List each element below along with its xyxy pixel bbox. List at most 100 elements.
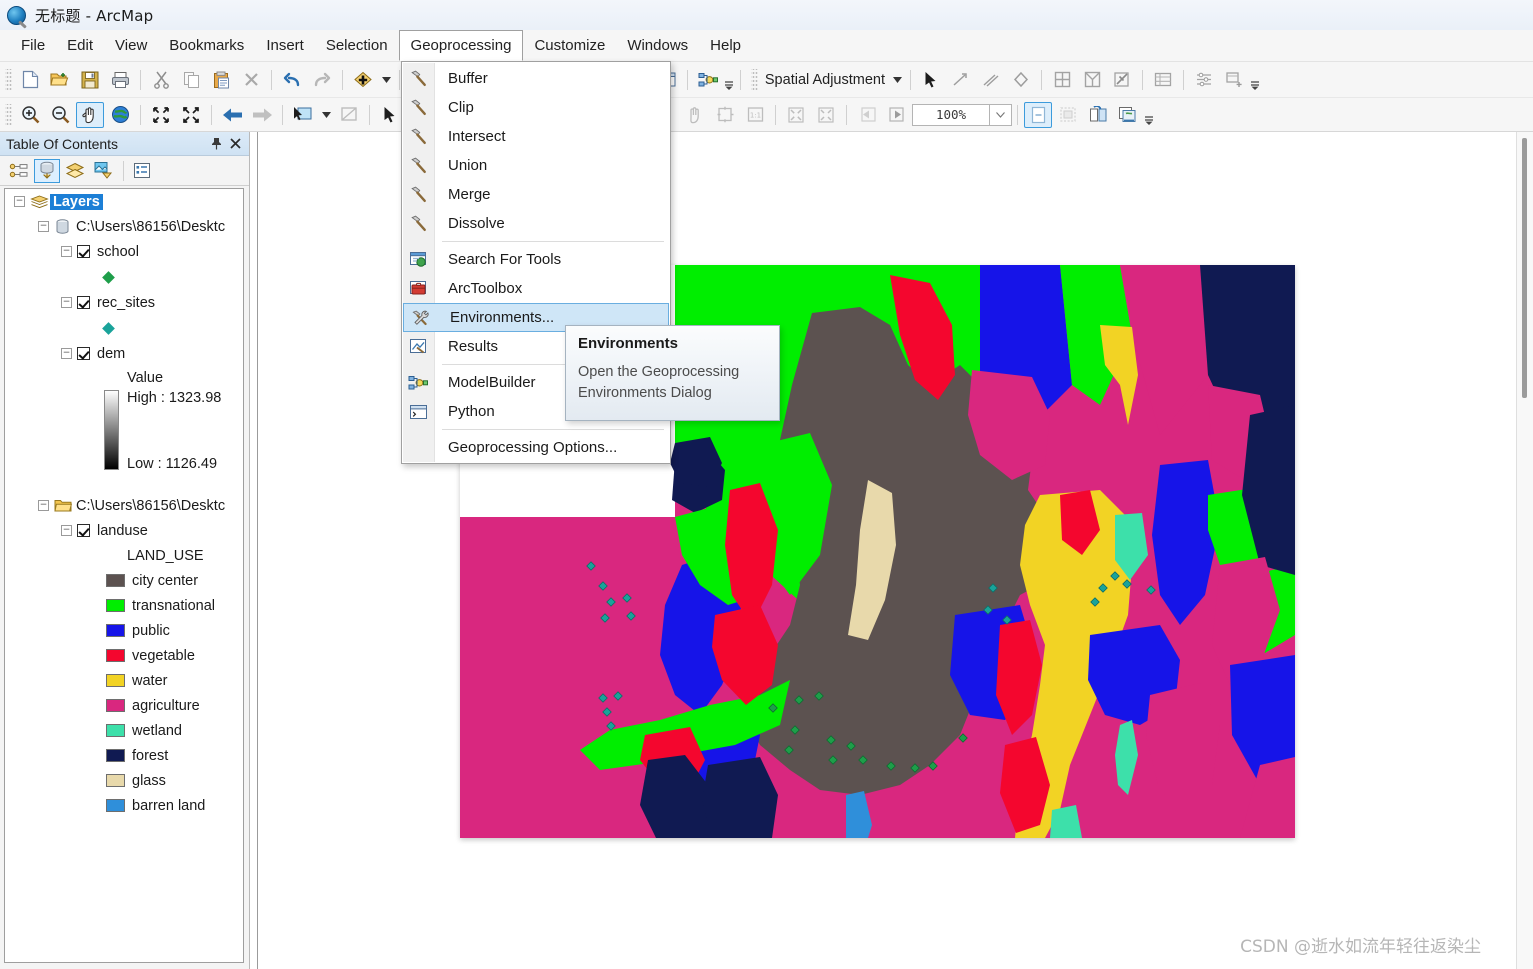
expand-collapse-icon[interactable]: − [61,525,72,536]
menu-item-geoprocessing-options[interactable]: Geoprocessing Options... [402,433,670,462]
close-icon[interactable] [226,138,245,149]
toc-class-barren-land[interactable]: barren land [5,793,243,818]
add-data-dropdown-arrow-icon[interactable] [379,67,393,93]
expand-collapse-icon[interactable]: − [38,221,49,232]
toc-class-wetland[interactable]: wetland [5,718,243,743]
adjust-icon[interactable] [1190,67,1218,93]
menu-item-clip[interactable]: Clip [402,93,670,122]
spatial-adjustment-grip[interactable] [750,68,758,91]
scrollbar-thumb[interactable] [1522,138,1527,398]
add-data-icon[interactable] [349,67,377,93]
tools-toolbar-grip[interactable] [5,103,12,126]
redo-icon[interactable] [308,67,336,93]
cut-icon[interactable] [147,67,175,93]
transform-icon[interactable] [1220,67,1248,93]
data-driven-pages-icon[interactable] [1114,102,1142,128]
spatial-adjustment-overflow-icon[interactable] [1249,68,1261,92]
expand-collapse-icon[interactable]: − [61,297,72,308]
layout-forward-icon[interactable] [883,102,911,128]
go-next-extent-icon[interactable] [248,102,276,128]
layout-full-extent-icon[interactable] [711,102,739,128]
menu-edit[interactable]: Edit [56,30,104,61]
copy-icon[interactable] [177,67,205,93]
toc-class-glass[interactable]: glass [5,768,243,793]
toc-tree[interactable]: − Layers − C:\Users\86156\Desktc − schoo… [4,188,244,963]
undo-icon[interactable] [278,67,306,93]
layout-fixed-zoom-out-icon[interactable] [812,102,840,128]
paste-icon[interactable] [207,67,235,93]
list-by-selection-icon[interactable] [90,159,116,183]
zoom-in-icon[interactable] [16,102,44,128]
menu-file[interactable]: File [10,30,56,61]
menu-bookmarks[interactable]: Bookmarks [158,30,255,61]
new-displacement-link-icon[interactable] [947,67,975,93]
toc-class-forest[interactable]: forest [5,743,243,768]
edge-snap-icon[interactable] [1078,67,1106,93]
menu-item-merge[interactable]: Merge [402,180,670,209]
layout-pan-icon[interactable] [681,102,709,128]
menu-view[interactable]: View [104,30,158,61]
menu-item-intersect[interactable]: Intersect [402,122,670,151]
list-by-drawing-order-icon[interactable] [6,159,32,183]
list-by-visibility-icon[interactable] [62,159,88,183]
pan-hand-icon[interactable] [76,101,104,128]
select-features-icon[interactable] [289,102,317,128]
toc-class-water[interactable]: water [5,668,243,693]
list-by-source-icon[interactable] [34,158,60,183]
toolbar-grip[interactable] [5,68,12,91]
layer-visibility-checkbox[interactable] [77,524,90,537]
expand-collapse-icon[interactable]: − [38,500,49,511]
select-elements-arrow-icon[interactable] [917,67,945,93]
layout-toolbar-overflow-icon[interactable] [1143,103,1155,127]
toc-layer-school[interactable]: − school [5,239,243,264]
new-identity-link-icon[interactable] [1007,67,1035,93]
new-document-icon[interactable] [16,67,44,93]
menu-customize[interactable]: Customize [523,30,616,61]
layer-visibility-checkbox[interactable] [77,296,90,309]
toolbar-overflow-icon[interactable] [723,68,735,92]
toc-class-public[interactable]: public [5,618,243,643]
menu-selection[interactable]: Selection [315,30,399,61]
delete-icon[interactable] [237,67,265,93]
toc-layer-dem[interactable]: − dem [5,341,243,366]
print-icon[interactable] [106,67,134,93]
full-extent-globe-icon[interactable] [106,102,134,128]
layer-visibility-checkbox[interactable] [77,245,90,258]
layout-zoom-value[interactable]: 100% [912,103,990,126]
layout-zoom-dropdown-icon[interactable] [990,103,1012,126]
menu-help[interactable]: Help [699,30,752,61]
toc-class-transnational[interactable]: transnational [5,593,243,618]
change-layout-icon[interactable] [1084,102,1112,128]
toc-class-city-center[interactable]: city center [5,568,243,593]
options-icon[interactable] [129,159,155,183]
attribute-transfer-icon[interactable] [1108,67,1136,93]
layout-back-icon[interactable] [853,102,881,128]
menu-item-arctoolbox[interactable]: ArcToolbox [402,274,670,303]
layer-visibility-checkbox[interactable] [77,347,90,360]
clear-selection-icon[interactable] [335,102,363,128]
toc-layer-rec-sites[interactable]: − rec_sites [5,290,243,315]
zoom-out-icon[interactable] [46,102,74,128]
pin-icon[interactable] [207,137,226,150]
layout-fixed-zoom-in-icon[interactable] [782,102,810,128]
menu-item-search-for-tools[interactable]: Search For Tools [402,245,670,274]
menu-item-buffer[interactable]: Buffer [402,64,670,93]
go-back-extent-icon[interactable] [218,102,246,128]
toc-group-geodatabase[interactable]: − C:\Users\86156\Desktc [5,214,243,239]
toc-class-agriculture[interactable]: agriculture [5,693,243,718]
toc-group-folder[interactable]: − C:\Users\86156\Desktc [5,493,243,518]
new-multi-displacement-link-icon[interactable] [977,67,1005,93]
menu-item-dissolve[interactable]: Dissolve [402,209,670,238]
view-link-table-icon[interactable] [1149,67,1177,93]
modelbuilder-icon[interactable] [694,67,722,93]
fixed-zoom-in-icon[interactable] [147,102,175,128]
expand-collapse-icon[interactable]: − [61,246,72,257]
toc-layer-landuse[interactable]: − landuse [5,518,243,543]
edge-match-icon[interactable] [1048,67,1076,93]
toc-root-layers[interactable]: − Layers [5,189,243,214]
spatial-adjustment-dropdown-icon[interactable] [890,67,904,93]
menu-insert[interactable]: Insert [255,30,315,61]
fixed-zoom-out-icon[interactable] [177,102,205,128]
layout-vertical-scrollbar[interactable] [1516,132,1533,969]
toggle-draft-mode-icon[interactable] [1024,101,1052,128]
